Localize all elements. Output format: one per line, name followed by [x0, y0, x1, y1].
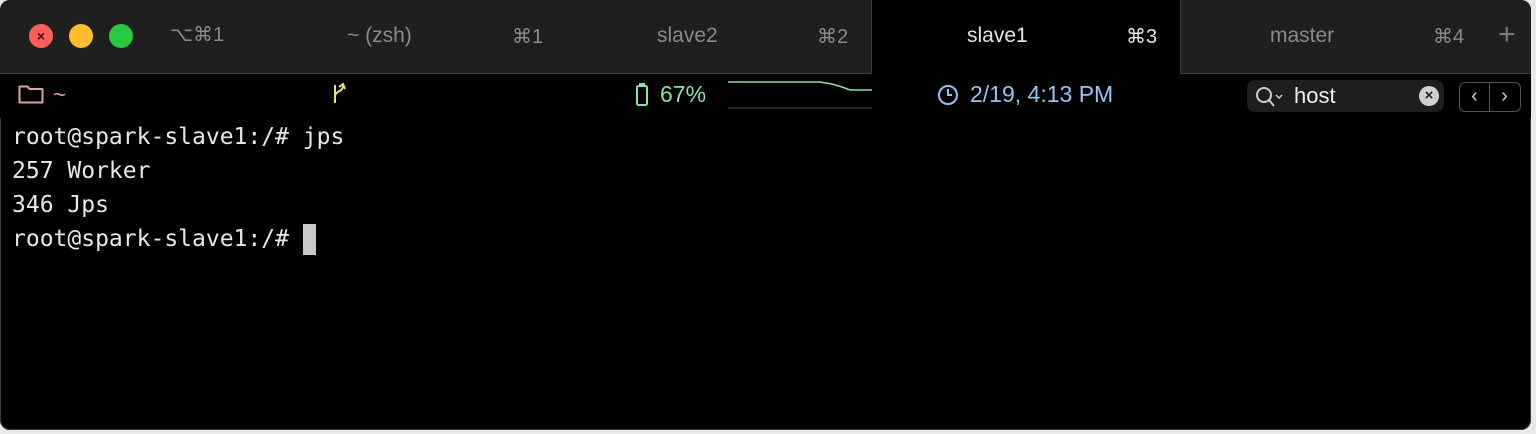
- find-bar: ×: [1247, 80, 1444, 112]
- terminal-prompt-line: root@spark-slave1:/#: [12, 222, 1522, 256]
- tab-shortcut: ⌘1: [512, 26, 544, 48]
- minimize-window-button[interactable]: [69, 24, 93, 48]
- tab-slave2[interactable]: slave2 ⌘2: [580, 0, 870, 73]
- text-cursor: [302, 224, 316, 255]
- tab-label: ~ (zsh): [347, 24, 412, 47]
- search-icon[interactable]: [1255, 86, 1285, 108]
- date-time: 2/19, 4:13 PM: [970, 81, 1114, 107]
- terminal-window: × ⌥⌘1 ~ (zsh) ⌘1 slave2 ⌘2 slave1 ⌘3 mas…: [0, 0, 1531, 430]
- terminal-prompt: root@spark-slave1:/#: [12, 226, 303, 252]
- new-tab-button[interactable]: +: [1498, 18, 1516, 52]
- search-input[interactable]: [1294, 83, 1414, 109]
- clear-search-icon[interactable]: ×: [1419, 86, 1439, 106]
- close-window-button[interactable]: ×: [29, 24, 53, 48]
- status-bar: ~ 67% 2/19, 4:13 PM ×: [0, 74, 1531, 118]
- terminal-line: 257 Worker: [12, 158, 151, 184]
- next-match-button[interactable]: ›: [1490, 83, 1519, 111]
- battery-icon: [636, 83, 648, 106]
- tab-shortcut: ⌘3: [1126, 26, 1158, 48]
- terminal-output[interactable]: root@spark-slave1:/# jps 257 Worker 346 …: [12, 120, 1522, 420]
- battery-level: 67%: [660, 81, 707, 107]
- current-directory: ~: [53, 82, 66, 107]
- terminal-line: 346 Jps: [12, 192, 109, 218]
- tab-shortcut: ⌘2: [817, 26, 849, 48]
- battery-sparkline: [728, 81, 872, 109]
- tab-label: master: [1270, 24, 1335, 47]
- search-navigation: ‹ ›: [1459, 82, 1521, 112]
- tab-shortcut: ⌘4: [1433, 26, 1465, 48]
- window-shortcut: ⌥⌘1: [170, 24, 225, 46]
- tab-master[interactable]: master ⌘4: [1181, 0, 1481, 73]
- clock-icon: [938, 85, 958, 105]
- tab-label: slave2: [657, 24, 718, 47]
- tab-label: slave1: [967, 24, 1028, 47]
- terminal-line: root@spark-slave1:/# jps: [12, 124, 345, 150]
- tab-zsh[interactable]: ~ (zsh) ⌘1: [290, 0, 580, 73]
- previous-match-button[interactable]: ‹: [1460, 83, 1490, 111]
- close-icon: ×: [36, 28, 46, 44]
- zoom-window-button[interactable]: [109, 24, 133, 48]
- tab-slave1[interactable]: slave1 ⌘3: [871, 0, 1181, 74]
- git-branch-icon: [334, 82, 346, 103]
- folder-icon: [18, 85, 44, 104]
- tab-bar: × ⌥⌘1 ~ (zsh) ⌘1 slave2 ⌘2 slave1 ⌘3 mas…: [0, 0, 1531, 74]
